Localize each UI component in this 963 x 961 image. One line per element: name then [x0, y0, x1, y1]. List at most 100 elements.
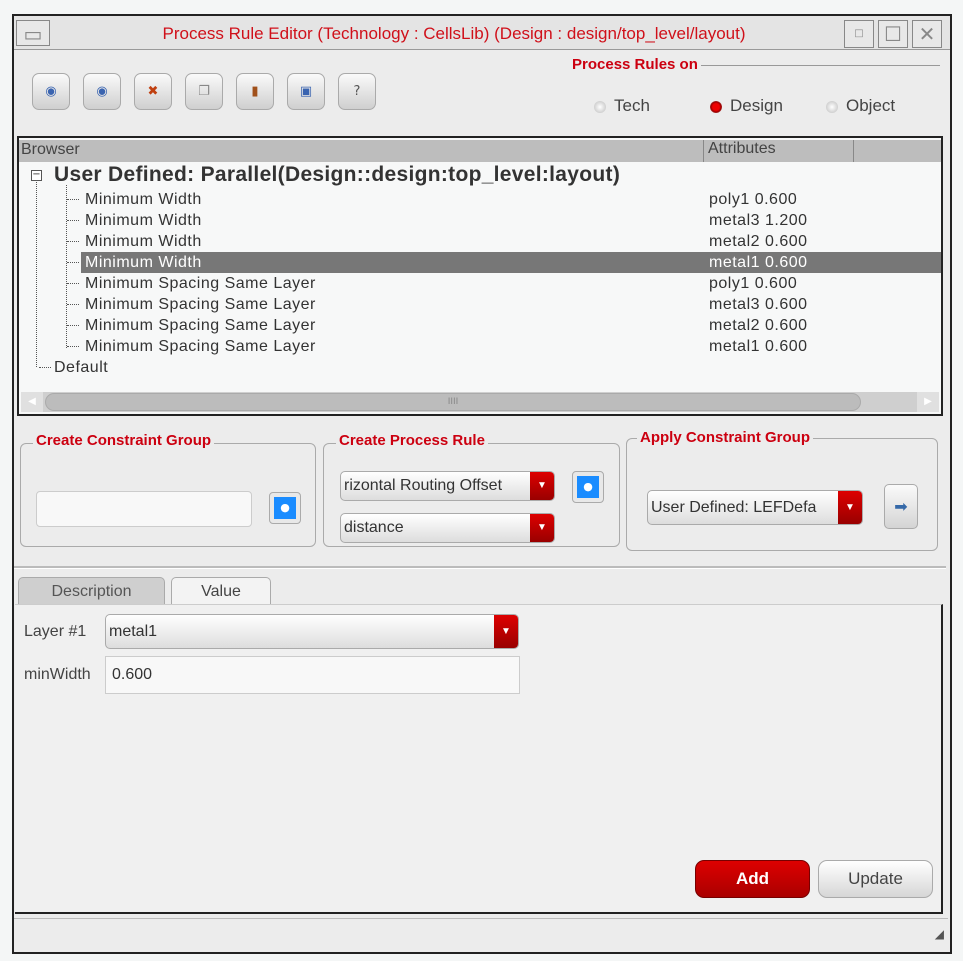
create-group-button[interactable]: ●: [269, 492, 301, 524]
chevron-down-icon: ▼: [530, 472, 554, 500]
copy-icon: ❐: [198, 84, 210, 99]
radio-selected-icon: [710, 100, 722, 113]
rule-attributes: metal2 0.600: [709, 317, 808, 334]
add-button[interactable]: Add: [695, 860, 810, 898]
save-icon: ▣: [299, 84, 313, 99]
window-title: Process Rule Editor (Technology : CellsL…: [162, 24, 746, 43]
tree-connector: [67, 199, 79, 200]
tab-value[interactable]: Value: [171, 577, 271, 605]
move-down-button[interactable]: ◉: [83, 73, 121, 110]
tree-item[interactable]: Minimum Spacing Same Layer metal1 0.600: [19, 336, 941, 357]
delete-button[interactable]: ✖: [134, 73, 172, 110]
chevron-down-icon: ▼: [530, 514, 554, 542]
minimize-button[interactable]: □: [844, 20, 874, 48]
tree-connector: [67, 241, 79, 242]
radio-tech[interactable]: Tech: [594, 96, 650, 116]
tree-connector: [67, 262, 79, 263]
add-icon: ●: [577, 476, 599, 498]
rule-name: Minimum Spacing Same Layer: [85, 275, 316, 292]
window-menu-button[interactable]: ▭: [16, 20, 50, 46]
layer-label: Layer #1: [24, 623, 87, 640]
title-bar[interactable]: ▭ Process Rule Editor (Technology : Cell…: [14, 16, 950, 50]
minwidth-input[interactable]: 0.600: [105, 656, 520, 694]
column-attributes[interactable]: Attributes: [703, 140, 776, 162]
splitter[interactable]: [14, 566, 946, 569]
tree-item[interactable]: Minimum Spacing Same Layer metal3 0.600: [19, 294, 941, 315]
column-browser[interactable]: Browser: [21, 141, 80, 159]
radio-design[interactable]: Design: [710, 96, 783, 116]
apply-group-button[interactable]: ➡: [884, 484, 918, 529]
scroll-left-icon[interactable]: ◀: [21, 392, 43, 412]
arrow-right-icon: ➡: [894, 497, 908, 516]
copy-button[interactable]: ❐: [185, 73, 223, 110]
group-name-input[interactable]: [36, 491, 252, 527]
rule-type-dropdown[interactable]: rizontal Routing Offset ▼: [340, 471, 555, 501]
tree-item[interactable]: Minimum Width metal3 1.200: [19, 210, 941, 231]
create-group-label: Create Constraint Group: [33, 432, 215, 449]
down-circle-icon: ◉: [96, 84, 108, 99]
tree-connector: [67, 283, 79, 284]
scroll-right-icon[interactable]: ▶: [917, 392, 939, 412]
tree-item[interactable]: Minimum Spacing Same Layer poly1 0.600: [19, 273, 941, 294]
radio-object[interactable]: Object: [826, 96, 895, 116]
layer-dropdown[interactable]: metal1 ▼: [105, 614, 519, 649]
rule-name: Minimum Width: [85, 254, 202, 271]
paste-icon: ▮: [251, 84, 259, 99]
create-process-rule: Create Process Rule rizontal Routing Off…: [323, 432, 620, 547]
rule-attributes: metal2 0.600: [709, 233, 808, 250]
rule-attributes: poly1 0.600: [709, 191, 798, 208]
create-rule-button[interactable]: ●: [572, 471, 604, 503]
apply-group-label: Apply Constraint Group: [637, 429, 813, 446]
maximize-button[interactable]: ☐: [878, 20, 908, 48]
apply-constraint-group: Apply Constraint Group User Defined: LEF…: [626, 429, 938, 551]
rule-attributes: metal1 0.600: [709, 254, 808, 271]
collapse-icon[interactable]: −: [31, 170, 42, 181]
tree-item[interactable]: Minimum Spacing Same Layer metal2 0.600: [19, 315, 941, 336]
radio-icon: [594, 100, 606, 113]
tree-item-default[interactable]: Default: [39, 357, 961, 378]
rule-name: Minimum Spacing Same Layer: [85, 317, 316, 334]
process-rules-label: Process Rules on: [569, 56, 701, 73]
tree-connector: [67, 325, 79, 326]
help-icon: ?: [353, 84, 361, 99]
radio-icon: [826, 100, 838, 113]
column-divider: [853, 140, 854, 162]
browser-header: Browser Attributes: [19, 140, 941, 162]
add-icon: ●: [274, 497, 296, 519]
rule-attributes: metal1 0.600: [709, 338, 808, 355]
up-circle-icon: ◉: [45, 84, 57, 99]
status-bar: ◢: [14, 918, 948, 944]
tree-root[interactable]: User Defined: Parallel(Design::design:to…: [54, 163, 620, 187]
help-button[interactable]: ?: [338, 73, 376, 110]
move-up-button[interactable]: ◉: [32, 73, 70, 110]
close-button[interactable]: ✕: [912, 20, 942, 48]
minwidth-label: minWidth: [24, 666, 91, 683]
rule-name: Minimum Width: [85, 212, 202, 229]
tree-item[interactable]: Minimum Width metal1 0.600: [19, 252, 941, 273]
save-button[interactable]: ▣: [287, 73, 325, 110]
rule-name: Minimum Width: [85, 191, 202, 208]
paste-button[interactable]: ▮: [236, 73, 274, 110]
resize-grip-icon[interactable]: ◢: [935, 927, 944, 941]
create-constraint-group: Create Constraint Group ●: [20, 432, 316, 547]
rule-name: Minimum Spacing Same Layer: [85, 338, 316, 355]
chevron-down-icon: ▼: [494, 615, 518, 648]
tree-connector: [67, 220, 79, 221]
rule-attributes: metal3 0.600: [709, 296, 808, 313]
rule-attributes: poly1 0.600: [709, 275, 798, 292]
rule-browser: Browser Attributes − User Defined: Paral…: [17, 136, 943, 416]
apply-group-dropdown[interactable]: User Defined: LEFDefa ▼: [647, 490, 863, 525]
create-rule-label: Create Process Rule: [336, 432, 488, 449]
scroll-thumb[interactable]: IIII: [45, 393, 861, 411]
tree-connector: [67, 304, 79, 305]
rule-param-dropdown[interactable]: distance ▼: [340, 513, 555, 543]
update-button[interactable]: Update: [818, 860, 933, 898]
tree-connector: [67, 346, 79, 347]
rule-name: Minimum Width: [85, 233, 202, 250]
tab-description[interactable]: Description: [18, 577, 165, 605]
delete-x-icon: ✖: [147, 84, 159, 99]
chevron-down-icon: ▼: [838, 491, 862, 524]
tree-item[interactable]: Minimum Width metal2 0.600: [19, 231, 941, 252]
horizontal-scrollbar[interactable]: ◀ IIII ▶: [21, 392, 939, 412]
tree-item[interactable]: Minimum Width poly1 0.600: [19, 189, 941, 210]
